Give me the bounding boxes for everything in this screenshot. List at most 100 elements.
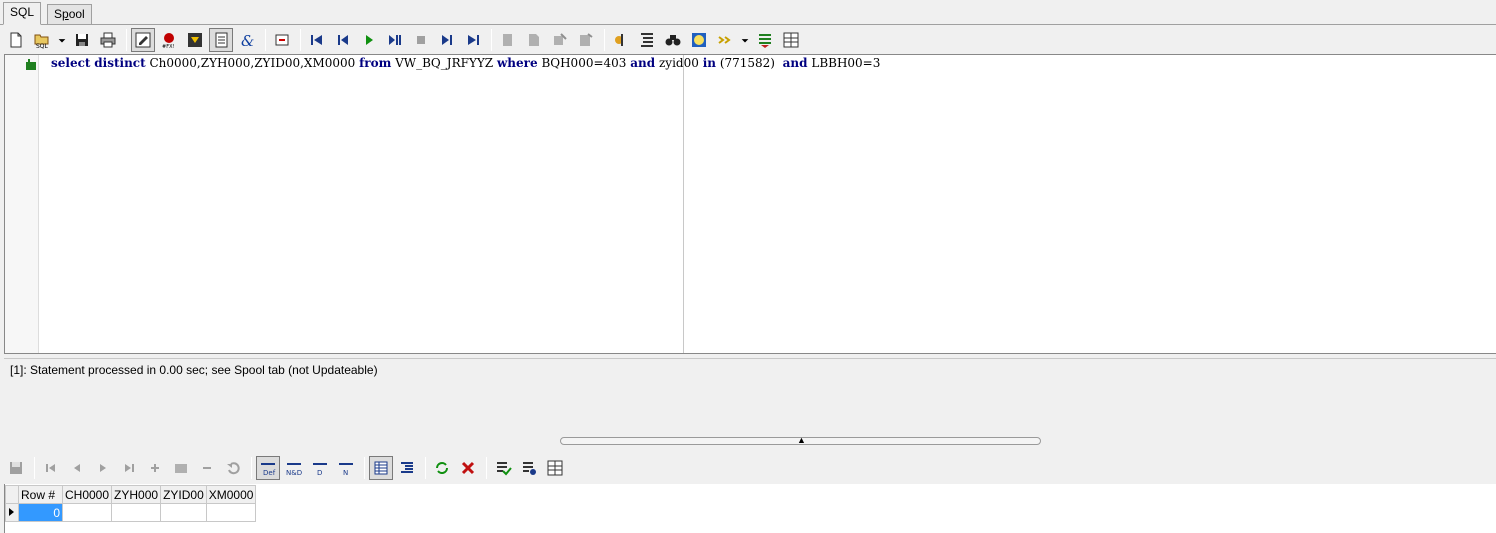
last-statement-button[interactable] bbox=[461, 28, 485, 52]
record-view-button[interactable] bbox=[395, 456, 419, 480]
step-forward-icon bbox=[442, 35, 452, 45]
replace-button[interactable] bbox=[574, 28, 598, 52]
first-statement-button[interactable] bbox=[305, 28, 329, 52]
load-result-button[interactable] bbox=[183, 28, 207, 52]
new-document-icon bbox=[10, 32, 22, 48]
table-cell[interactable] bbox=[61, 503, 113, 522]
run-dropdown-button[interactable] bbox=[739, 28, 751, 52]
play-to-end-icon bbox=[389, 35, 401, 45]
column-header[interactable]: Row # bbox=[18, 485, 63, 504]
svg-text:#FX!: #FX! bbox=[162, 44, 175, 49]
minus-icon bbox=[203, 467, 211, 469]
execute-to-end-button[interactable] bbox=[383, 28, 407, 52]
execute-button[interactable] bbox=[357, 28, 381, 52]
clear-button[interactable] bbox=[456, 456, 480, 480]
last-record-button[interactable] bbox=[117, 456, 141, 480]
database-stack-icon bbox=[759, 34, 771, 48]
sql-editor[interactable]: select distinct Ch0000,ZYH000,ZYID00,XM0… bbox=[4, 54, 1496, 354]
join-button[interactable]: & bbox=[235, 28, 259, 52]
tab-spool[interactable]: Spool bbox=[47, 4, 92, 24]
refresh-button[interactable] bbox=[430, 456, 454, 480]
copy-button[interactable] bbox=[496, 28, 520, 52]
insert-record-button[interactable] bbox=[143, 456, 167, 480]
stop-button[interactable] bbox=[409, 28, 433, 52]
skip-last-icon bbox=[468, 35, 479, 45]
next-record-icon bbox=[100, 464, 106, 472]
next-record-button[interactable] bbox=[91, 456, 115, 480]
tab-sql[interactable]: SQL bbox=[3, 2, 42, 25]
result-table: Row # CH0000 ZYH000 ZYID00 XM0000 0 bbox=[5, 485, 257, 522]
grid-view-button[interactable] bbox=[369, 456, 393, 480]
column-select-button[interactable] bbox=[543, 456, 567, 480]
columns-icon bbox=[783, 32, 799, 48]
table-cell[interactable] bbox=[111, 503, 162, 522]
print-button[interactable] bbox=[96, 28, 120, 52]
prior-record-icon bbox=[74, 464, 80, 472]
open-dropdown-button[interactable] bbox=[56, 28, 68, 52]
first-record-icon bbox=[46, 464, 55, 472]
explain-plan-button[interactable] bbox=[609, 28, 633, 52]
outline-button[interactable] bbox=[635, 28, 659, 52]
table-header-row: Row # CH0000 ZYH000 ZYID00 XM0000 bbox=[5, 485, 257, 504]
last-record-icon bbox=[125, 464, 134, 472]
find-button[interactable] bbox=[661, 28, 685, 52]
lightning-icon bbox=[718, 36, 731, 44]
statement-marker-icon bbox=[26, 59, 36, 70]
column-header[interactable]: ZYID00 bbox=[160, 485, 207, 504]
save-icon bbox=[10, 462, 22, 474]
undo-icon bbox=[227, 462, 240, 475]
new-document-button[interactable] bbox=[4, 28, 28, 52]
cancel-edit-button[interactable] bbox=[221, 456, 245, 480]
open-sql-icon: SQL bbox=[34, 34, 49, 49]
format-button[interactable] bbox=[548, 28, 572, 52]
current-row-arrow-icon bbox=[9, 507, 14, 516]
d-view-button[interactable]: D bbox=[308, 456, 332, 480]
grid-toolbar: Def N&D D N bbox=[0, 454, 569, 482]
table-cell[interactable] bbox=[160, 503, 207, 522]
table-row[interactable]: 0 bbox=[5, 503, 257, 522]
spool-toggle-button[interactable] bbox=[209, 28, 233, 52]
next-statement-button[interactable] bbox=[435, 28, 459, 52]
check-button[interactable] bbox=[491, 456, 515, 480]
table-cell[interactable] bbox=[205, 503, 257, 522]
prior-record-button[interactable] bbox=[65, 456, 89, 480]
refresh-icon bbox=[436, 462, 448, 474]
toolbar-separator bbox=[265, 29, 266, 51]
history-button[interactable] bbox=[687, 28, 711, 52]
replace-icon bbox=[580, 33, 593, 46]
toolbar-separator bbox=[491, 29, 492, 51]
indicator-header bbox=[5, 485, 19, 504]
database-button[interactable] bbox=[753, 28, 777, 52]
nd-view-button[interactable]: N&D bbox=[282, 456, 306, 480]
edit-mode-button[interactable] bbox=[131, 28, 155, 52]
edit-grid-icon bbox=[135, 32, 151, 48]
first-record-button[interactable] bbox=[39, 456, 63, 480]
ampersand-icon: & bbox=[241, 32, 254, 49]
export-button[interactable] bbox=[270, 28, 294, 52]
open-sql-button[interactable]: SQL bbox=[30, 28, 54, 52]
export-grid-icon bbox=[523, 462, 536, 475]
columns-icon bbox=[547, 460, 563, 476]
status-message: [1]: Statement processed in 0.00 sec; se… bbox=[10, 363, 378, 377]
previous-statement-button[interactable] bbox=[331, 28, 355, 52]
n-view-button[interactable]: N bbox=[334, 456, 358, 480]
toolbar-separator bbox=[604, 29, 605, 51]
edit-record-button[interactable] bbox=[169, 456, 193, 480]
svg-text:D: D bbox=[317, 469, 322, 477]
default-view-button[interactable]: Def bbox=[256, 456, 280, 480]
save-button[interactable] bbox=[70, 28, 94, 52]
column-header[interactable]: CH0000 bbox=[61, 485, 113, 504]
grid-view-icon bbox=[374, 461, 388, 475]
fix-error-button[interactable]: #FX! bbox=[157, 28, 181, 52]
table-cell[interactable]: 0 bbox=[18, 503, 63, 522]
column-header[interactable]: ZYH000 bbox=[111, 485, 162, 504]
describe-button[interactable] bbox=[779, 28, 803, 52]
delete-record-button[interactable] bbox=[195, 456, 219, 480]
run-script-button[interactable] bbox=[713, 28, 737, 52]
post-edits-button[interactable] bbox=[4, 456, 28, 480]
column-header[interactable]: XM0000 bbox=[205, 485, 257, 504]
export-grid-button[interactable] bbox=[517, 456, 541, 480]
panel-splitter[interactable]: ▲ bbox=[560, 435, 1041, 445]
result-grid[interactable]: Row # CH0000 ZYH000 ZYID00 XM0000 0 bbox=[4, 484, 1496, 533]
paste-button[interactable] bbox=[522, 28, 546, 52]
